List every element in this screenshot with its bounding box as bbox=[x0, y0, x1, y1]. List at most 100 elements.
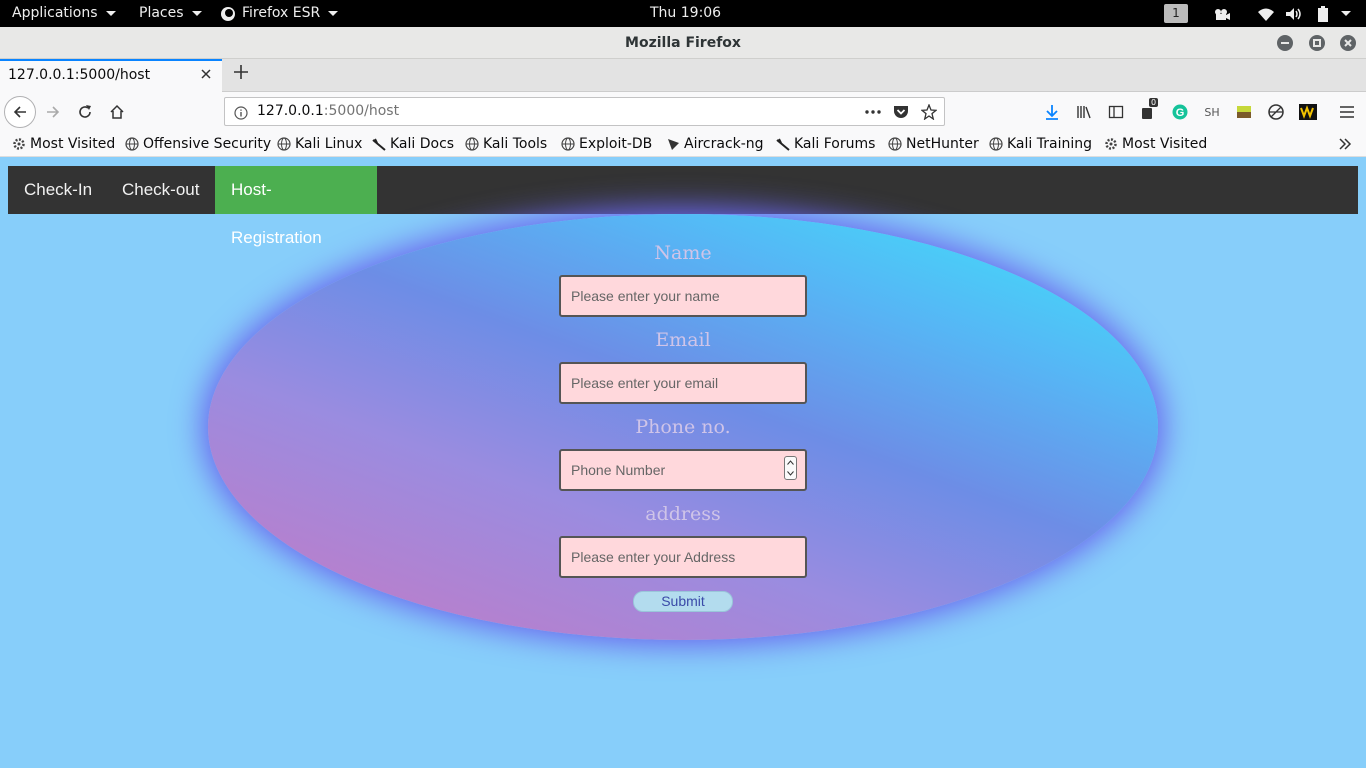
bookmark-kali-docs[interactable]: Kali Docs bbox=[372, 134, 454, 154]
kali-dragon-icon bbox=[776, 137, 790, 151]
page-actions-icon[interactable] bbox=[865, 104, 881, 120]
bookmark-most-visited[interactable]: Most Visited bbox=[12, 134, 115, 154]
bookmark-label: Kali Linux bbox=[295, 136, 363, 152]
plus-icon bbox=[234, 65, 248, 79]
forward-button[interactable] bbox=[39, 98, 67, 126]
vpn-extension-button[interactable] bbox=[1262, 98, 1290, 126]
tab-label: 127.0.0.1:5000/host bbox=[8, 67, 151, 83]
globe-icon bbox=[989, 137, 1003, 151]
bookmark-star-icon[interactable] bbox=[921, 104, 937, 120]
bookmark-kali-linux[interactable]: Kali Linux bbox=[277, 134, 362, 154]
os-top-bar: Applications Places Firefox ESR Thu 19:0… bbox=[0, 0, 1366, 27]
bookmark-nethunter[interactable]: NetHunter bbox=[888, 134, 979, 154]
address-label: address bbox=[645, 503, 721, 525]
camera-icon[interactable] bbox=[1213, 5, 1231, 22]
pocket-icon[interactable] bbox=[893, 104, 909, 120]
grammarly-button[interactable]: G bbox=[1166, 98, 1194, 126]
svg-text:G: G bbox=[1176, 107, 1185, 119]
bookmark-kali-tools[interactable]: Kali Tools bbox=[465, 134, 547, 154]
bookmark-label: Exploit-DB bbox=[579, 136, 653, 152]
bookmark-label: Aircrack-ng bbox=[684, 136, 764, 152]
submit-button[interactable]: Submit bbox=[633, 591, 733, 612]
phone-input[interactable] bbox=[559, 449, 807, 491]
sh-extension-button[interactable]: SH bbox=[1198, 98, 1226, 126]
extension-badge-button[interactable]: 0 bbox=[1134, 98, 1162, 126]
bookmark-label: Kali Docs bbox=[390, 136, 455, 152]
tab-host[interactable]: 127.0.0.1:5000/host bbox=[0, 59, 222, 92]
sidebar-button[interactable] bbox=[1102, 98, 1130, 126]
wappalyzer-button[interactable] bbox=[1294, 98, 1322, 126]
web-page: Check-In Check-out Host-Registration Nam… bbox=[0, 157, 1366, 768]
volume-icon[interactable] bbox=[1285, 5, 1303, 22]
wappalyzer-icon bbox=[1299, 104, 1317, 120]
bookmark-aircrack-ng[interactable]: Aircrack-ng bbox=[666, 134, 764, 154]
clock-label: Thu 19:06 bbox=[650, 5, 722, 21]
caret-down-icon bbox=[328, 11, 339, 16]
info-icon[interactable] bbox=[234, 105, 248, 120]
caret-down-icon bbox=[105, 11, 116, 16]
nav-host-registration[interactable]: Host-Registration bbox=[215, 166, 377, 247]
nav-check-out[interactable]: Check-out bbox=[106, 166, 215, 214]
library-button[interactable] bbox=[1070, 98, 1098, 126]
bookmark-label: Kali Training bbox=[1007, 136, 1092, 152]
email-input[interactable] bbox=[559, 362, 807, 404]
downloads-button[interactable] bbox=[1038, 98, 1066, 126]
globe-icon bbox=[125, 137, 139, 151]
system-menu-caret-icon[interactable] bbox=[1336, 5, 1354, 22]
places-menu[interactable]: Places bbox=[139, 0, 202, 27]
minimize-icon[interactable] bbox=[1277, 35, 1293, 51]
globe-icon bbox=[277, 137, 291, 151]
clock[interactable]: Thu 19:06 bbox=[650, 0, 721, 27]
spinner-up-icon[interactable] bbox=[785, 457, 796, 468]
window-title-bar: Mozilla Firefox bbox=[0, 27, 1366, 59]
bookmark-label: Kali Tools bbox=[483, 136, 548, 152]
nav-check-in[interactable]: Check-In bbox=[8, 166, 108, 214]
bookmarks-toolbar: Most Visited Offensive Security Kali Lin… bbox=[0, 131, 1366, 157]
bookmark-exploit-db[interactable]: Exploit-DB bbox=[561, 134, 652, 154]
reload-button[interactable] bbox=[71, 98, 99, 126]
globe-icon bbox=[561, 137, 575, 151]
firefox-app-label: Firefox ESR bbox=[242, 5, 321, 21]
back-button[interactable] bbox=[4, 96, 36, 128]
url-text: 127.0.0.1:5000/host bbox=[257, 103, 399, 119]
extension-badge-count: 0 bbox=[1149, 98, 1159, 107]
bookmark-kali-forums[interactable]: Kali Forums bbox=[776, 134, 875, 154]
firefox-app-menu[interactable]: Firefox ESR bbox=[220, 0, 339, 27]
spinner-down-icon[interactable] bbox=[785, 468, 796, 479]
site-nav-bar: Check-In Check-out Host-Registration bbox=[8, 166, 1358, 247]
close-window-icon[interactable] bbox=[1340, 35, 1356, 51]
aircrack-icon bbox=[666, 137, 680, 151]
arrow-right-icon bbox=[47, 106, 60, 118]
address-input[interactable] bbox=[559, 536, 807, 578]
battery-icon[interactable] bbox=[1314, 5, 1332, 22]
places-label: Places bbox=[139, 5, 184, 21]
bookmark-kali-training[interactable]: Kali Training bbox=[989, 134, 1092, 154]
navigation-toolbar: 127.0.0.1:5000/host 0 G SH bbox=[0, 92, 1366, 131]
bookmark-offensive-security[interactable]: Offensive Security bbox=[125, 134, 271, 154]
maximize-icon[interactable] bbox=[1309, 35, 1325, 51]
caret-down-icon bbox=[191, 11, 202, 16]
gear-icon bbox=[12, 137, 26, 151]
phone-field-wrapper bbox=[559, 449, 807, 491]
bookmarks-overflow-button[interactable] bbox=[1338, 134, 1352, 154]
close-tab-icon[interactable] bbox=[200, 68, 214, 82]
library-icon bbox=[1077, 106, 1091, 119]
applications-menu[interactable]: Applications bbox=[12, 0, 116, 27]
hamburger-icon bbox=[1340, 106, 1354, 118]
home-button[interactable] bbox=[103, 98, 131, 126]
new-tab-button[interactable] bbox=[229, 63, 253, 87]
grass-block-icon bbox=[1237, 106, 1251, 118]
url-bar[interactable]: 127.0.0.1:5000/host bbox=[224, 97, 945, 126]
bookmark-most-visited-2[interactable]: Most Visited bbox=[1104, 134, 1207, 154]
name-input[interactable] bbox=[559, 275, 807, 317]
workspace-indicator[interactable]: 1 bbox=[1164, 4, 1188, 23]
phone-spinner[interactable] bbox=[784, 456, 797, 480]
arrow-left-icon bbox=[13, 106, 26, 118]
url-path: :5000/host bbox=[323, 103, 400, 119]
sidebar-icon bbox=[1108, 105, 1124, 119]
double-chevron-right-icon bbox=[1338, 137, 1352, 151]
wifi-icon[interactable] bbox=[1257, 5, 1275, 22]
grammarly-icon: G bbox=[1172, 104, 1188, 120]
hamburger-menu-button[interactable] bbox=[1333, 98, 1361, 126]
extension-dirt-button[interactable] bbox=[1230, 98, 1258, 126]
